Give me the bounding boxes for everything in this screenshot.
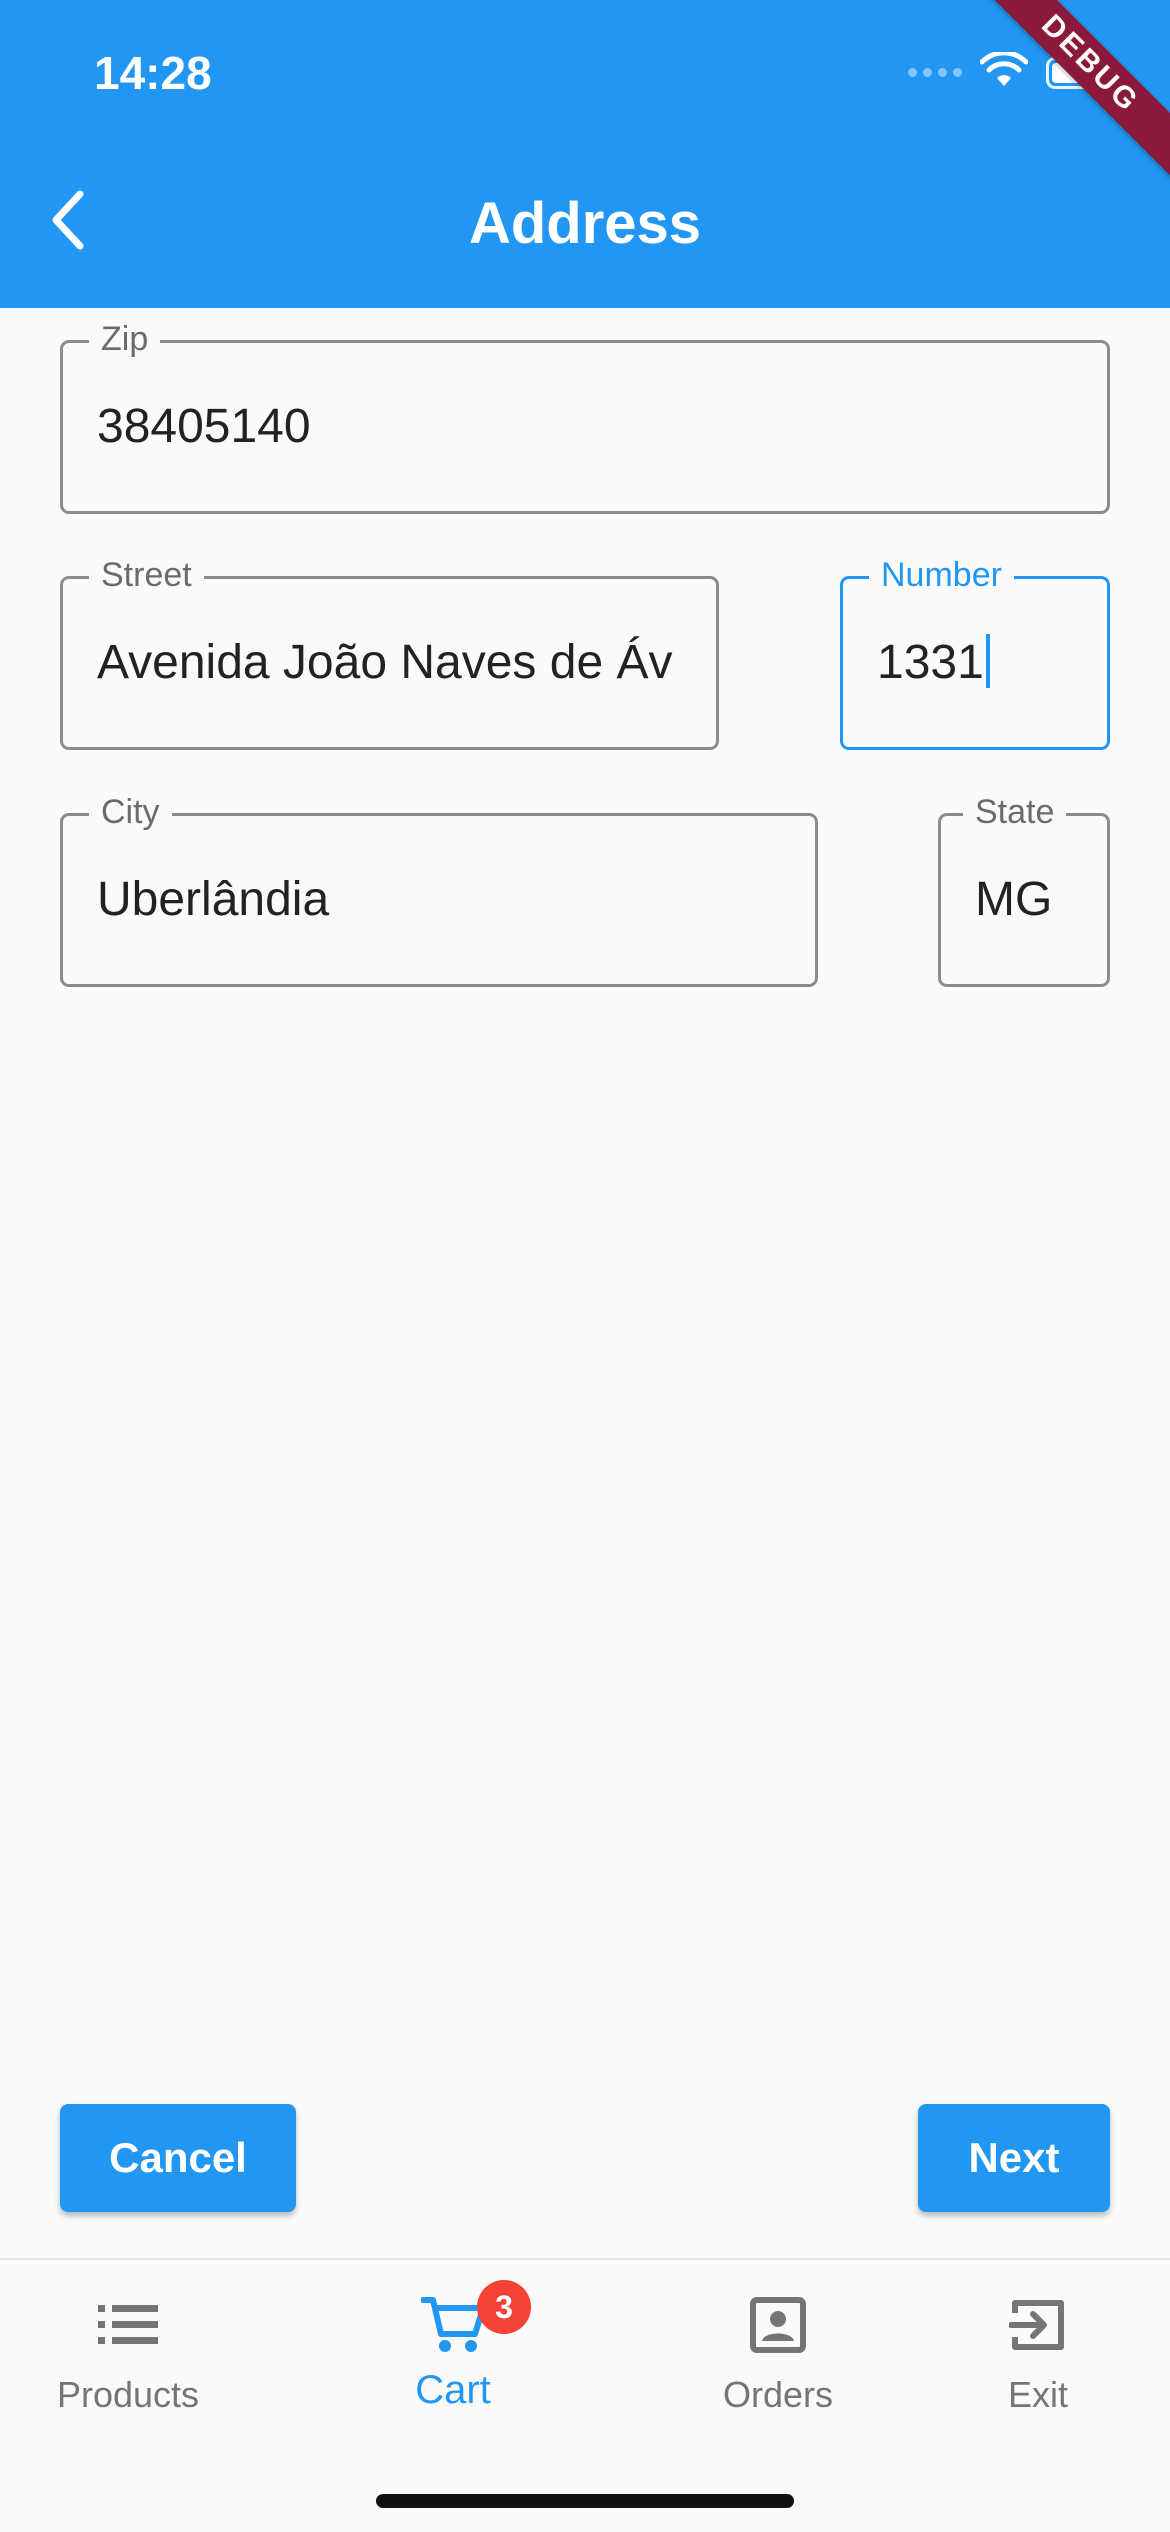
orders-icon — [750, 2290, 806, 2360]
city-label: City — [89, 790, 172, 834]
zip-label: Zip — [89, 317, 161, 361]
street-value: Avenida João Naves de Áv — [97, 636, 673, 689]
number-input: 1331 — [877, 633, 1077, 693]
number-label: Number — [869, 553, 1014, 597]
home-indicator — [376, 2494, 794, 2508]
cancel-button[interactable]: Cancel — [60, 2104, 296, 2212]
nav-item-products[interactable]: Products — [8, 2290, 248, 2416]
status-time: 14:28 — [94, 47, 212, 99]
nav-item-orders[interactable]: Orders — [658, 2290, 898, 2416]
signal-icon — [908, 68, 962, 77]
text-caret — [985, 634, 990, 688]
cart-badge: 3 — [477, 2280, 531, 2334]
exit-icon — [1009, 2290, 1067, 2360]
zip-value: 38405140 — [97, 400, 311, 453]
nav-label-products: Products — [56, 2374, 200, 2415]
city-value: Uberlândia — [97, 873, 330, 926]
app-bar: 14:28 Address — [0, 0, 1170, 308]
next-button[interactable]: Next — [918, 2104, 1110, 2212]
list-icon — [98, 2290, 158, 2360]
address-screen: 14:28 Address DEBUG Zip 38405140 Street … — [0, 0, 1170, 2532]
cart-icon: 3 — [421, 2280, 531, 2360]
wifi-icon — [979, 50, 1029, 93]
state-value: MG — [975, 873, 1053, 926]
nav-label-cart: Cart — [415, 2368, 491, 2412]
nav-item-exit[interactable]: Exit — [918, 2290, 1158, 2416]
nav-item-cart[interactable]: 3 Cart — [333, 2280, 573, 2413]
nav-label-orders: Orders — [722, 2374, 834, 2415]
bottom-navigation: Products 3 Cart Orders Exit — [0, 2258, 1170, 2532]
street-label: Street — [89, 553, 204, 597]
state-field[interactable]: State MG — [938, 790, 1110, 987]
city-field[interactable]: City Uberlândia — [60, 790, 818, 987]
number-field[interactable]: Number 1331 — [840, 553, 1110, 750]
street-field[interactable]: Street Avenida João Naves de Áv — [60, 553, 719, 750]
zip-field[interactable]: Zip 38405140 — [60, 317, 1110, 514]
number-value: 1331 — [877, 636, 984, 689]
state-label: State — [963, 790, 1067, 834]
page-title: Address — [468, 191, 702, 256]
nav-label-exit: Exit — [1007, 2374, 1068, 2415]
